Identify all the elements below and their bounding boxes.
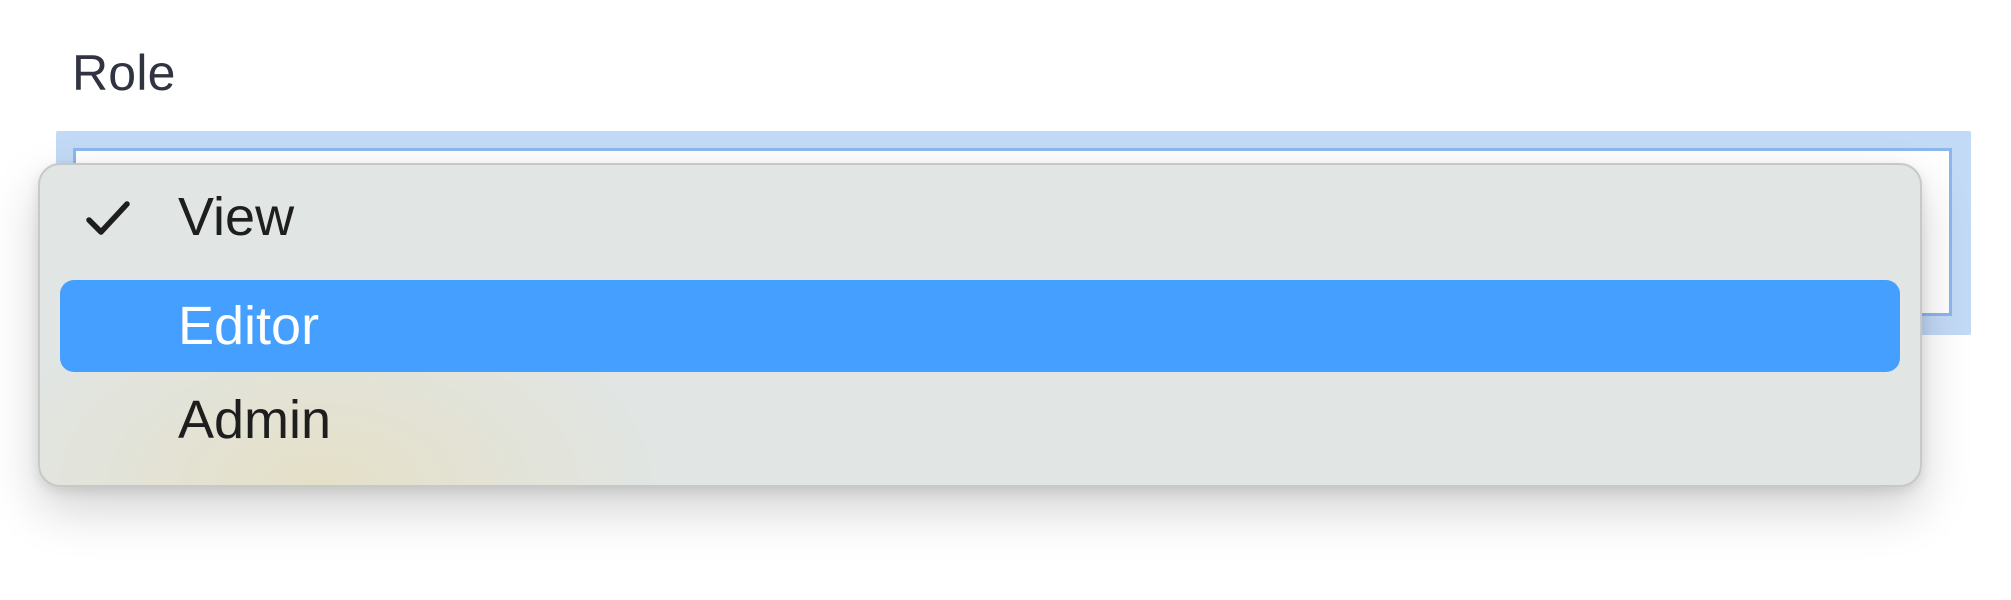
option-admin[interactable]: Admin [60,374,1900,466]
checkmark-icon [78,171,138,263]
option-view[interactable]: View [60,171,1900,263]
field-label: Role [72,45,176,101]
option-editor[interactable]: Editor [60,280,1900,372]
option-label: View [178,187,295,247]
form-field-role: Role View Editor Admin [0,0,2011,600]
option-label: Admin [178,390,332,450]
option-label: Editor [178,296,320,356]
dropdown-menu: View Editor Admin [38,163,1922,487]
